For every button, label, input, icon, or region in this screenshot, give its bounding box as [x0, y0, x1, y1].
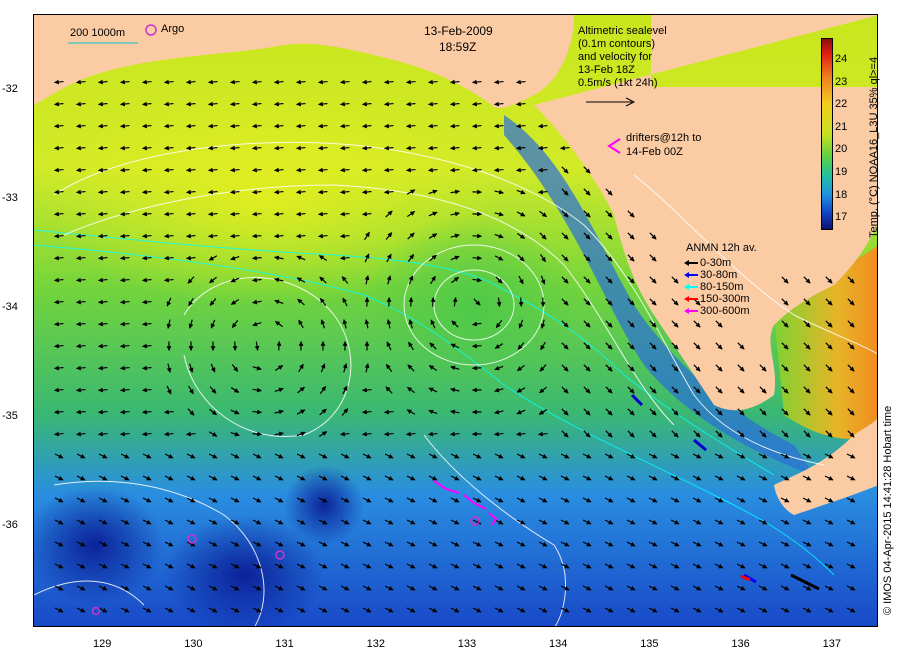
anmn-legend-swatch	[684, 260, 698, 267]
drifters-note-line-2: 14-Feb 00Z	[626, 146, 683, 158]
velocity-arrow	[252, 233, 262, 239]
altimetry-note-line-5: 0.5m/s (1kt 24h)	[578, 77, 658, 89]
argo-legend-label: Argo	[161, 23, 185, 35]
colorbar-tick-label: 23	[835, 75, 848, 88]
anmn-legend-item: 0-30m	[682, 257, 750, 269]
map-frame: 13-Feb-2009 18:59Z 200 1000m Argo Altime…	[33, 14, 878, 627]
x-axis-tick-label: 132	[366, 638, 385, 650]
velocity-arrow	[252, 431, 262, 437]
x-axis-tick-label: 135	[640, 638, 659, 650]
anmn-legend-label: 300-600m	[700, 305, 750, 317]
drifters-note-line-1: drifters@12h to	[626, 132, 702, 144]
anmn-legend-label: 150-300m	[700, 293, 750, 305]
anmn-legend-swatch	[684, 308, 698, 315]
anmn-legend-swatch	[684, 272, 698, 279]
altimetry-note: Altimetric sealevel (0.1m contours) and …	[578, 25, 667, 90]
anmn-legend-swatch	[684, 284, 698, 291]
colorbar-tick-label: 21	[835, 120, 848, 133]
colorbar-tick-label: 22	[835, 98, 848, 111]
colorbar-tick-label: 19	[835, 166, 848, 178]
anmn-legend-item: 300-600m	[682, 305, 750, 317]
anmn-legend-label: 80-150m	[700, 281, 744, 293]
isobath-scale-line	[68, 42, 138, 44]
credit-text: © IMOS 04-Apr-2015 14:41:28 Hobart time	[882, 405, 894, 615]
drifter-legend-icon	[607, 138, 621, 154]
anmn-legend-item: 150-300m	[682, 293, 750, 305]
map-time: 18:59Z	[439, 40, 477, 54]
altimetry-note-line-3: and velocity for	[578, 51, 652, 63]
anmn-legend-item: 30-80m	[682, 269, 750, 281]
y-axis-tick-label: -35	[2, 410, 18, 422]
x-axis-tick-label: 130	[184, 638, 203, 650]
velocity-arrow	[430, 297, 436, 307]
colorbar-tick-label: 20	[835, 143, 848, 156]
colorbar-tick-label: 18	[835, 188, 848, 201]
y-axis-tick-label: -36	[2, 519, 18, 531]
velocity-arrow	[472, 255, 482, 261]
x-axis-tick-label: 133	[457, 638, 477, 650]
colorbar	[821, 38, 833, 230]
y-axis-tick-label: -33	[2, 192, 18, 204]
cold-patch-3	[284, 465, 364, 545]
x-axis-tick-label: 136	[731, 638, 750, 650]
sst-map	[34, 15, 877, 626]
velocity-arrow	[518, 297, 524, 307]
x-axis-tick-label: 131	[275, 638, 294, 650]
argo-legend-icon	[145, 24, 157, 36]
velocity-arrow	[472, 343, 482, 349]
y-axis-tick-label: -34	[2, 301, 18, 313]
x-axis-tick-label: 137	[822, 638, 841, 650]
altimetry-note-line-1: Altimetric sealevel	[578, 25, 667, 37]
x-axis-tick-label: 134	[549, 638, 568, 650]
isobath-scale-label: 200 1000m	[70, 27, 126, 39]
colorbar-title: Temp. (°C) NOAA16_L3U 35% ql>=4	[868, 56, 880, 238]
anmn-legend-title: ANMN 12h av.	[686, 242, 757, 254]
map-date: 13-Feb-2009	[424, 24, 493, 38]
colorbar-tick-label: 17	[835, 211, 848, 224]
velocity-arrow	[252, 255, 262, 261]
anmn-legend-swatch	[684, 296, 698, 303]
anmn-legend: 0-30m 30-80m 80-150m 150-300m 300-600m	[682, 257, 750, 317]
altimetry-note-line-4: 13-Feb 18Z	[578, 64, 635, 76]
velocity-arrow	[276, 341, 282, 351]
anmn-legend-item: 80-150m	[682, 281, 750, 293]
y-axis-tick-label: -32	[2, 83, 18, 95]
anmn-legend-label: 0-30m	[700, 257, 732, 269]
anmn-legend-label: 30-80m	[700, 269, 738, 281]
colorbar-tick-label: 24	[835, 53, 848, 65]
velocity-scale-arrow	[586, 97, 636, 107]
x-axis-tick-label: 129	[93, 638, 112, 650]
altimetry-note-line-2: (0.1m contours)	[578, 38, 656, 50]
